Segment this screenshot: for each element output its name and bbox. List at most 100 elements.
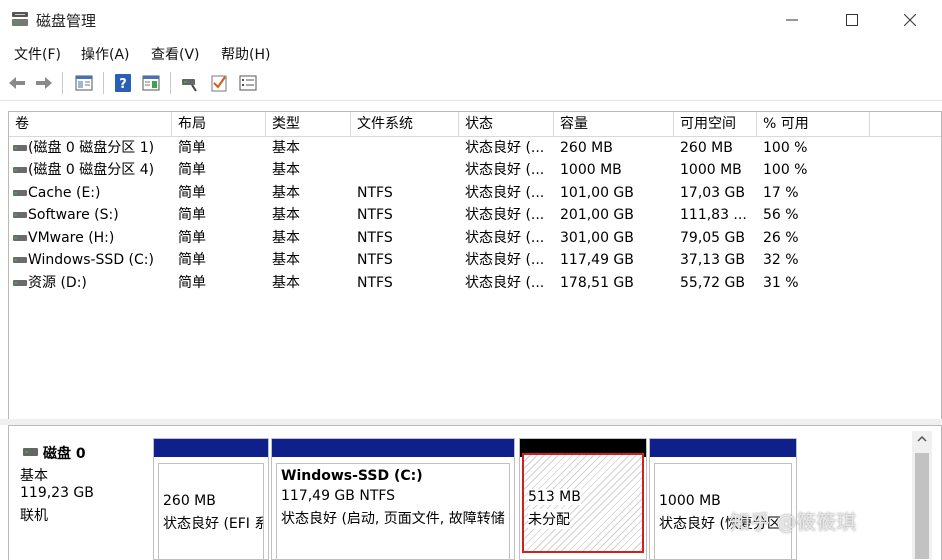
volume-icon <box>13 167 27 173</box>
minimize-icon <box>786 19 798 21</box>
disk-icon <box>23 448 38 456</box>
disk-name: 磁盘 0 <box>43 446 86 462</box>
menu-file[interactable]: 文件(F) <box>14 44 61 64</box>
volume-capacity: 117,49 GB <box>560 252 634 268</box>
partition-windows-ssd[interactable]: Windows-SSD (C:) 117,49 GB NTFS 状态良好 (启动… <box>271 438 515 560</box>
volume-icon <box>13 235 27 241</box>
close-button[interactable] <box>880 0 940 40</box>
watermark: 知乎 @筱筱琪 <box>730 510 857 534</box>
partition-body: Windows-SSD (C:) 117,49 GB NTFS 状态良好 (启动… <box>276 463 510 559</box>
column-header-volume[interactable]: 卷 <box>9 112 172 136</box>
table-row[interactable]: (磁盘 0 磁盘分区 4) 简单 基本 状态良好 (... 1000 MB 10… <box>9 159 941 181</box>
column-header-row: 卷 布局 类型 文件系统 状态 容量 可用空间 % 可用 <box>9 112 941 137</box>
table-row[interactable]: Cache (E:) 简单 基本 NTFS 状态良好 (... 101,00 G… <box>9 182 941 204</box>
menu-help[interactable]: 帮助(H) <box>221 44 270 64</box>
table-row[interactable]: VMware (H:) 简单 基本 NTFS 状态良好 (... 301,00 … <box>9 227 941 249</box>
column-header-percent-free[interactable]: % 可用 <box>757 112 870 136</box>
volume-status: 状态良好 (... <box>465 162 545 178</box>
toolbar-separator <box>62 72 63 94</box>
volume-status: 状态良好 (... <box>465 230 545 246</box>
disk-type: 基本 <box>20 468 48 484</box>
toolbar-separator <box>103 72 104 94</box>
volume-capacity: 101,00 GB <box>560 185 634 201</box>
volume-status: 状态良好 (... <box>465 275 545 291</box>
volume-status: 状态良好 (... <box>465 140 545 156</box>
volume-type: 基本 <box>272 275 300 291</box>
volume-name: Software (S:) <box>28 207 119 223</box>
partition-size: 260 MB <box>163 493 216 509</box>
minimize-button[interactable] <box>762 0 822 40</box>
scrollbar-thumb[interactable] <box>915 453 929 559</box>
column-header-free-space[interactable]: 可用空间 <box>674 112 757 136</box>
connect-disk-icon[interactable] <box>180 73 200 93</box>
disk-info[interactable]: 磁盘 0 基本 119,23 GB 联机 <box>9 434 149 560</box>
volume-capacity: 301,00 GB <box>560 230 634 246</box>
menu-bar: 文件(F) 操作(A) 查看(V) 帮助(H) <box>0 40 942 66</box>
volume-capacity: 1000 MB <box>560 162 622 178</box>
partition-recovery[interactable]: 1000 MB 状态良好 (恢复分区 <box>649 438 797 560</box>
volume-status: 状态良好 (... <box>465 185 545 201</box>
volume-layout: 简单 <box>178 207 206 223</box>
volume-filesystem: NTFS <box>357 230 393 246</box>
disk-view[interactable]: 磁盘 0 基本 119,23 GB 联机 260 MB 状态良好 (EFI 系 … <box>8 425 942 560</box>
check-icon[interactable] <box>209 73 229 93</box>
table-row[interactable]: (磁盘 0 磁盘分区 1) 简单 基本 状态良好 (... 260 MB 260… <box>9 137 941 159</box>
volume-filesystem: NTFS <box>357 252 393 268</box>
volume-percent-free: 31 % <box>763 275 799 291</box>
maximize-button[interactable] <box>822 0 882 40</box>
volume-list[interactable]: 卷 布局 类型 文件系统 状态 容量 可用空间 % 可用 (磁盘 0 磁盘分区 … <box>8 111 942 420</box>
disk-view-scrollbar[interactable] <box>912 431 932 559</box>
volume-percent-free: 100 % <box>763 140 808 156</box>
volume-icon <box>13 212 27 218</box>
partition-efi[interactable]: 260 MB 状态良好 (EFI 系 <box>153 438 269 560</box>
partition-status: 状态良好 (启动, 页面文件, 故障转储 <box>281 511 505 527</box>
forward-arrow-icon[interactable] <box>34 73 54 93</box>
volume-layout: 简单 <box>178 162 206 178</box>
volume-free-space: 55,72 GB <box>680 275 745 291</box>
volume-filesystem <box>351 159 459 181</box>
volume-status: 状态良好 (... <box>465 207 545 223</box>
menu-view[interactable]: 查看(V) <box>151 44 200 64</box>
partition-body: 260 MB 状态良好 (EFI 系 <box>158 463 264 559</box>
volume-type: 基本 <box>272 207 300 223</box>
volume-free-space: 79,05 GB <box>680 230 745 246</box>
volume-free-space: 17,03 GB <box>680 185 745 201</box>
show-pane-icon[interactable] <box>74 73 94 93</box>
volume-filesystem: NTFS <box>357 207 393 223</box>
volume-layout: 简单 <box>178 185 206 201</box>
title-bar: 磁盘管理 <box>0 0 942 40</box>
volume-filesystem <box>351 137 459 159</box>
volume-filesystem: NTFS <box>357 275 393 291</box>
partition-name: Windows-SSD (C:) <box>281 468 423 484</box>
toolbar-separator <box>170 72 171 94</box>
volume-percent-free: 17 % <box>763 185 799 201</box>
volume-name: (磁盘 0 磁盘分区 1) <box>28 140 155 156</box>
toolbar: ? <box>0 66 942 101</box>
list-icon[interactable] <box>238 73 258 93</box>
column-header-filesystem[interactable]: 文件系统 <box>351 112 459 136</box>
column-header-type[interactable]: 类型 <box>266 112 351 136</box>
volume-capacity: 260 MB <box>560 140 613 156</box>
help-icon[interactable]: ? <box>113 73 133 93</box>
partition-status: 未分配 <box>528 509 570 529</box>
volume-name: (磁盘 0 磁盘分区 4) <box>28 162 155 178</box>
partition-size: 1000 MB <box>659 493 721 509</box>
scroll-up-icon[interactable] <box>917 435 927 443</box>
volume-layout: 简单 <box>178 275 206 291</box>
volume-percent-free: 32 % <box>763 252 799 268</box>
volume-type: 基本 <box>272 230 300 246</box>
column-header-layout[interactable]: 布局 <box>172 112 266 136</box>
column-header-capacity[interactable]: 容量 <box>554 112 674 136</box>
back-arrow-icon[interactable] <box>7 73 27 93</box>
column-header-status[interactable]: 状态 <box>459 112 554 136</box>
partition-unallocated[interactable]: 513 MB 未分配 <box>519 438 647 560</box>
maximize-icon <box>846 14 858 26</box>
volume-free-space: 260 MB <box>680 140 733 156</box>
properties-pane-icon[interactable] <box>141 73 161 93</box>
table-row[interactable]: Software (S:) 简单 基本 NTFS 状态良好 (... 201,0… <box>9 204 941 226</box>
menu-action[interactable]: 操作(A) <box>81 44 130 64</box>
window-title: 磁盘管理 <box>36 12 97 30</box>
table-row[interactable]: 资源 (D:) 简单 基本 NTFS 状态良好 (... 178,51 GB 5… <box>9 272 941 294</box>
table-row[interactable]: Windows-SSD (C:) 简单 基本 NTFS 状态良好 (... 11… <box>9 249 941 271</box>
disk-size: 119,23 GB <box>20 485 94 501</box>
